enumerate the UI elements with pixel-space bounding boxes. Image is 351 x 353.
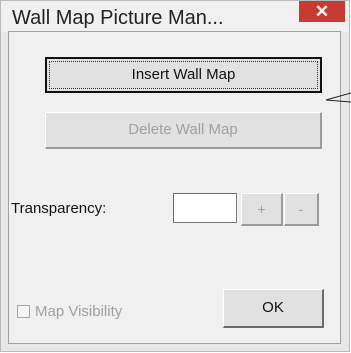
minus-label: - xyxy=(298,201,304,217)
transparency-label: Transparency: xyxy=(11,200,107,217)
decrease-transparency-button[interactable]: - xyxy=(284,193,319,226)
insert-wall-map-label: Insert Wall Map xyxy=(131,66,236,83)
arrow-pointer-icon xyxy=(325,92,351,103)
transparency-input[interactable] xyxy=(173,193,237,223)
close-icon: ✕ xyxy=(314,2,330,21)
ok-button[interactable]: OK xyxy=(223,289,324,328)
map-visibility-checkbox[interactable] xyxy=(17,305,30,318)
delete-wall-map-label: Delete Wall Map xyxy=(128,121,238,138)
map-visibility-label: Map Visibility xyxy=(35,303,123,320)
increase-transparency-button[interactable]: + xyxy=(241,193,283,226)
close-button[interactable]: ✕ xyxy=(299,1,345,22)
plus-label: + xyxy=(257,201,266,217)
window-title: Wall Map Picture Man... xyxy=(12,7,224,29)
insert-wall-map-button[interactable]: Insert Wall Map xyxy=(45,57,322,93)
delete-wall-map-button[interactable]: Delete Wall Map xyxy=(45,112,322,149)
title-bar[interactable]: Wall Map Picture Man... xyxy=(1,1,349,32)
ok-label: OK xyxy=(262,299,284,316)
